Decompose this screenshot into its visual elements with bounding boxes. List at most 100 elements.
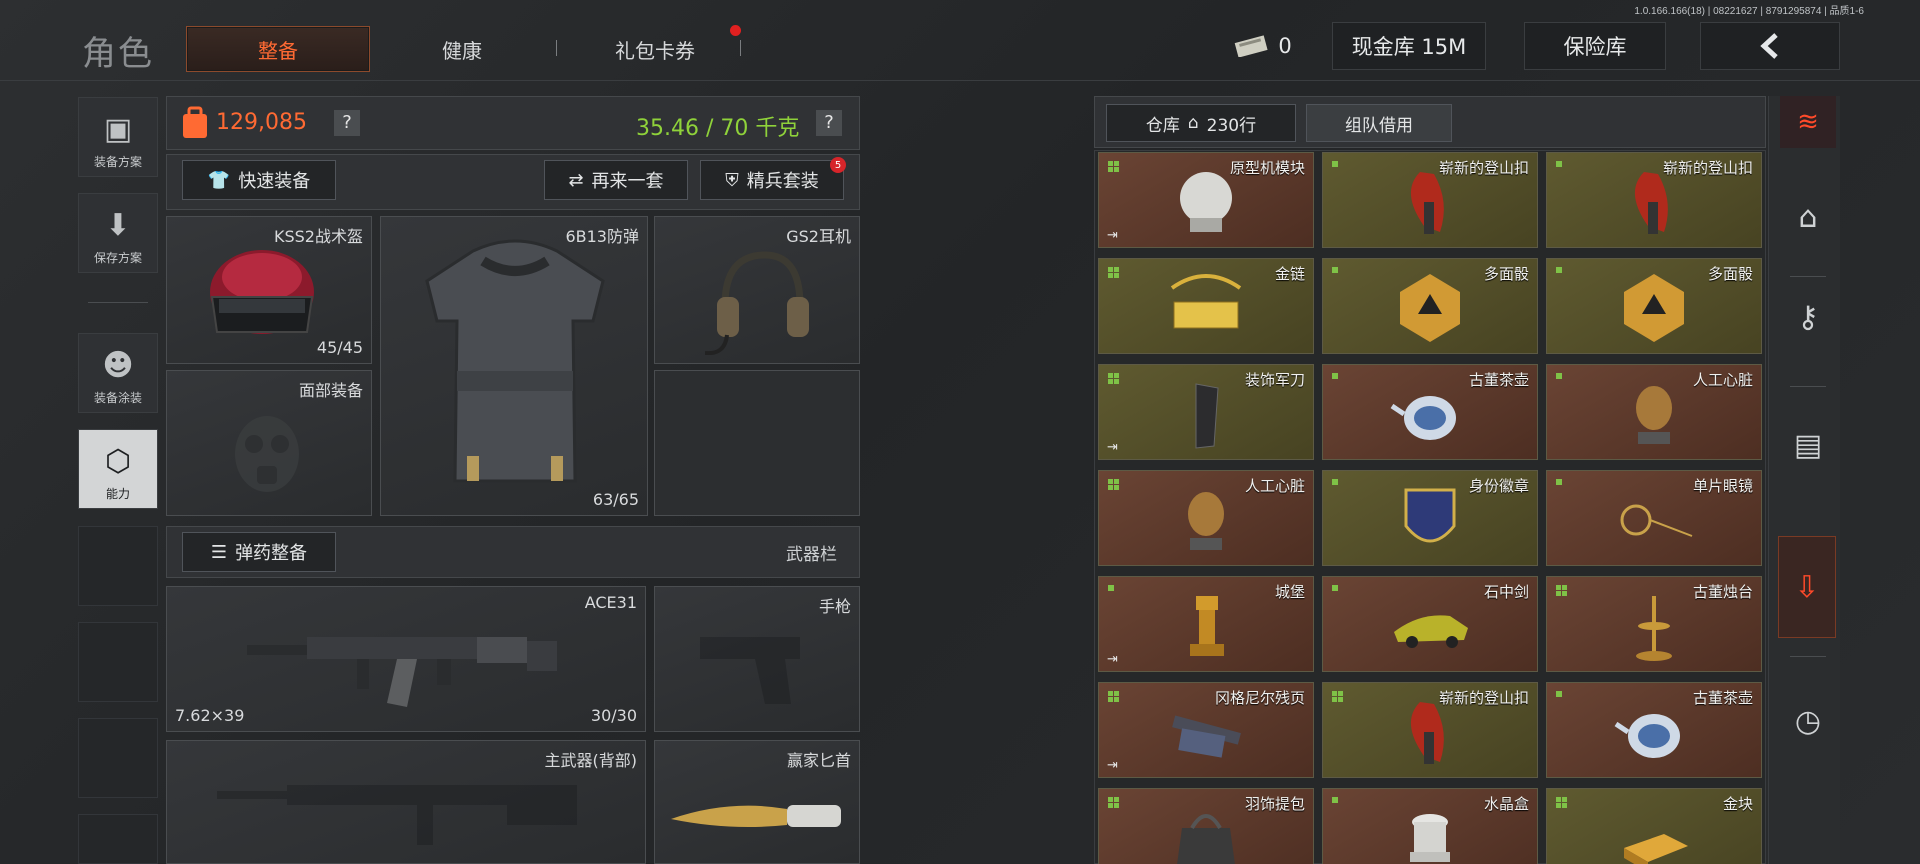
item-name: 石中剑 [1483,583,1529,601]
item-name: 金链 [1274,265,1305,283]
team-loan-tab[interactable]: 组队借用 [1306,104,1452,142]
item-grade-marker [1108,797,1119,808]
item-grade-marker [1556,797,1567,808]
page-title: 角色 [82,34,154,74]
equip-again-button[interactable]: ⇄ 再来一套 [544,160,688,200]
nav-label: 保存方案 [93,251,142,265]
item-grade-marker [1332,479,1338,485]
item-grade-marker [1108,585,1114,591]
tab-separator [556,40,557,56]
back-weapon-slot[interactable]: 主武器(背部) [166,740,646,864]
gas-mask-icon [235,416,299,492]
clock-icon[interactable]: ◷ [1780,676,1836,766]
weight-help-button[interactable]: ? [816,110,842,136]
button-label: 再来一套 [591,171,664,192]
tab-health[interactable]: 健康 [400,26,524,72]
inventory-item[interactable]: 崭新的登山扣 [1322,152,1538,248]
cash-nav-icon[interactable]: ▤ [1780,400,1836,490]
item-grade-marker [1332,373,1338,379]
helmet-slot[interactable]: KSS2战术盔 45/45 [166,216,372,364]
elite-set-button[interactable]: ⛨ 精兵套装 [700,160,844,200]
nav-label: 能力 [105,487,130,501]
primary-weapon-slot[interactable]: ACE31 7.62×39 30/30 [166,586,646,732]
storage-import-icon[interactable]: ⇩ [1778,536,1836,638]
nav-save-plan[interactable]: ⬇ 保存方案 [78,193,158,273]
armor-slot[interactable]: 6B13防弹 63/65 [380,216,648,516]
inventory-item[interactable]: 人工心脏 [1546,364,1762,460]
inventory-item[interactable]: 古董茶壶 [1546,682,1762,778]
exit-icon: ⇥ [1107,440,1118,455]
cash-icon [1235,35,1268,57]
knife-icon [671,805,841,827]
inventory-item[interactable]: 多面骰 [1322,258,1538,354]
exit-icon: ⇥ [1107,228,1118,243]
item-name: 金块 [1722,795,1753,813]
nav-equipment-skin[interactable]: ☻ 装备涂装 [78,333,158,413]
nav-ability[interactable]: ⬡ 能力 [78,429,158,509]
quick-equip-button[interactable]: 👕 快速装备 [182,160,336,200]
tab-equipment[interactable]: 整备 [186,26,370,72]
value-help-button[interactable]: ? [334,110,360,136]
inventory-item[interactable]: 装饰军刀 ⇥ [1098,364,1314,460]
inventory-item[interactable]: 金链 [1098,258,1314,354]
item-name: 单片眼镜 [1692,477,1753,495]
insurance-vault-button[interactable]: 保险库 [1524,22,1666,70]
headset-slot[interactable]: GS2耳机 [654,216,860,364]
version-text: 1.0.166.166(18) | 08221627 | 8791295874 … [1634,6,1864,17]
tab-gift-coupons[interactable]: 礼包卡券 [580,26,730,72]
item-grade-marker [1556,479,1562,485]
inventory-item[interactable]: 水晶盒 [1322,788,1538,864]
warehouse-tab[interactable]: 仓库 ⌂ 230行 [1106,104,1296,142]
key-icon[interactable]: ⚷ [1780,272,1836,362]
inventory-item[interactable]: 城堡 ⇥ [1098,576,1314,672]
inventory-item[interactable]: 身份徽章 [1322,470,1538,566]
inventory-item[interactable]: 古董茶壶 [1322,364,1538,460]
gold-bar-icon [1624,833,1688,864]
nav-equipment-plan[interactable]: ▣ 装备方案 [78,97,158,177]
inventory-item[interactable]: 冈格尼尔残页 ⇥ [1098,682,1314,778]
item-grade-marker [1108,267,1119,278]
item-name: 人工心脏 [1692,371,1753,389]
cash-vault-button[interactable]: 现金库 15M [1332,22,1486,70]
inventory-item[interactable]: 石中剑 [1322,576,1538,672]
nav-separator [1790,386,1826,387]
item-grade-marker [1556,691,1562,697]
slot-name: 主武器(背部) [544,751,638,770]
helmet-icon [210,250,314,334]
item-grade-marker [1556,161,1562,167]
item-name: 羽饰提包 [1244,795,1305,813]
inventory-item[interactable]: 原型机模块 ⇥ [1098,152,1314,248]
pistol-slot[interactable]: 手枪 [654,586,860,732]
item-name: 人工心脏 [1244,477,1305,495]
inventory-item[interactable]: 崭新的登山扣 [1546,152,1762,248]
item-grade-marker [1108,373,1119,384]
dice-icon [1624,273,1684,342]
weapon-caliber: 7.62×39 [175,706,245,725]
inventory-item[interactable]: 人工心脏 [1098,470,1314,566]
sort-stack-icon[interactable]: ≋ [1780,96,1836,148]
back-button[interactable] [1700,22,1840,70]
item-grade-marker [1108,479,1119,490]
ammo-prepare-button[interactable]: ☰ 弹药整备 [182,532,336,572]
money-count: 0 [1278,34,1292,58]
inventory-item[interactable]: 古董烛台 [1546,576,1762,672]
slot-name: 面部装备 [298,381,363,400]
inventory-item[interactable]: 金块 [1546,788,1762,864]
inventory-item[interactable]: 羽饰提包 [1098,788,1314,864]
soldier-icon: ☻ [102,348,134,383]
inventory-item[interactable]: 多面骰 [1546,258,1762,354]
tab-separator [740,40,741,56]
button-label: 快速装备 [238,171,311,192]
inventory-item[interactable]: 单片眼镜 [1546,470,1762,566]
item-grade-marker [1556,585,1567,596]
face-slot[interactable]: 面部装备 [166,370,372,516]
notification-dot [730,25,741,36]
nav-label: 装备方案 [93,155,142,169]
bag-icon [1177,813,1235,864]
empty-gear-slot[interactable] [654,370,860,516]
inventory-item[interactable]: 崭新的登山扣 [1322,682,1538,778]
ammo-icon: ☰ [210,541,228,563]
knife-slot[interactable]: 赢家匕首 [654,740,860,864]
home-nav-icon[interactable]: ⌂ [1780,172,1836,262]
button-label: 弹药整备 [235,543,308,564]
